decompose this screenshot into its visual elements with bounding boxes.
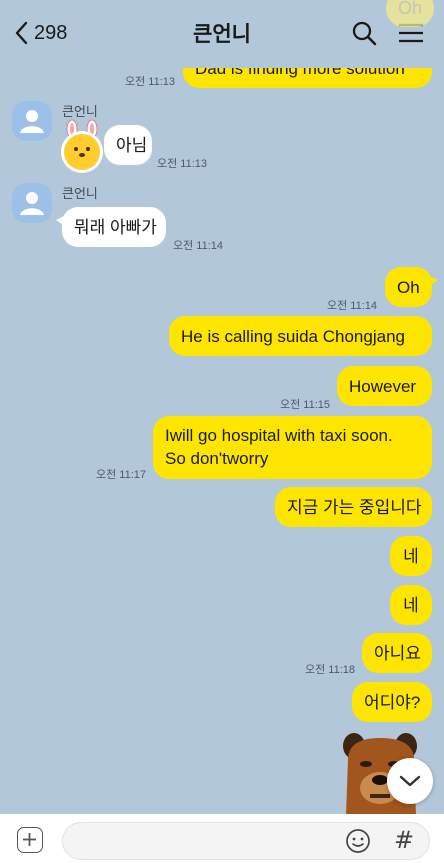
- message-text: 아니요: [374, 643, 421, 663]
- message-text-line: So don'tworry: [165, 449, 269, 468]
- message-time: 오전 11:14: [173, 240, 224, 252]
- message-field: [62, 822, 430, 861]
- my-message-bubble[interactable]: 어디야?: [352, 682, 432, 722]
- partial-message-bubble: Oh: [386, 0, 435, 27]
- search-button[interactable]: [349, 18, 379, 48]
- message-time: 오전 11:18: [305, 664, 356, 676]
- back-button[interactable]: 298: [14, 18, 67, 48]
- message-time: 오전 11:14: [327, 300, 378, 312]
- their-message-bubble[interactable]: 아님: [104, 125, 152, 165]
- my-message-bubble[interactable]: Oh: [385, 267, 438, 307]
- scroll-to-bottom-button[interactable]: [387, 758, 433, 804]
- message-input-bar: #: [0, 814, 444, 863]
- their-message-bubble[interactable]: 뭐래 아빠가: [56, 207, 166, 247]
- my-message-bubble[interactable]: 네: [390, 536, 432, 576]
- message-time: 오전 11:17: [96, 469, 147, 481]
- sender-avatar[interactable]: [12, 183, 52, 223]
- attach-button[interactable]: [17, 827, 43, 853]
- bunny-emoticon-icon: [61, 119, 103, 173]
- message-text: However: [349, 376, 417, 396]
- sticker-emoticon[interactable]: [56, 118, 108, 174]
- chevron-down-icon: [399, 775, 421, 787]
- chevron-left-icon: [15, 21, 28, 45]
- plus-icon: [23, 833, 36, 846]
- message-time: 오전 11:15: [280, 399, 331, 411]
- message-time: 오전 11:13: [157, 158, 208, 170]
- my-message-bubble[interactable]: He is calling suida Chongjang: [169, 316, 432, 356]
- my-message-bubble[interactable]: However: [337, 366, 432, 406]
- message-text: 네: [403, 546, 419, 566]
- my-message-bubble[interactable]: Iwill go hospital with taxi soon. So don…: [153, 416, 432, 479]
- hashtag-search-button[interactable]: #: [394, 826, 414, 854]
- chat-title: 큰언니: [193, 23, 251, 46]
- message-text: 지금 가는 중입니다: [287, 497, 422, 517]
- user-placeholder-icon: [20, 110, 44, 133]
- user-placeholder-icon: [20, 192, 44, 215]
- message-text: 아님: [116, 135, 148, 155]
- message-text: 어디야?: [364, 692, 421, 712]
- sender-name: 큰언니: [62, 186, 98, 201]
- my-message-bubble[interactable]: 지금 가는 중입니다: [275, 487, 432, 527]
- message-text: Oh: [397, 277, 420, 297]
- message-input[interactable]: [77, 823, 341, 861]
- message-text: He is calling suida Chongjang: [181, 326, 405, 346]
- emoji-button[interactable]: [345, 828, 371, 854]
- chat-header: 298 큰언니 Oh: [0, 0, 444, 68]
- sender-avatar[interactable]: [12, 101, 52, 141]
- my-message-bubble[interactable]: 아니요: [362, 633, 432, 673]
- unread-count: 298: [34, 21, 68, 44]
- message-time: 오전 11:13: [125, 76, 176, 88]
- message-text-line: Iwill go hospital with taxi soon.: [165, 426, 393, 445]
- search-icon: [352, 21, 377, 46]
- emoji-icon: [346, 829, 370, 853]
- message-text: 네: [403, 595, 419, 615]
- my-message-bubble[interactable]: 네: [390, 585, 432, 625]
- message-text: 뭐래 아빠가: [74, 217, 157, 237]
